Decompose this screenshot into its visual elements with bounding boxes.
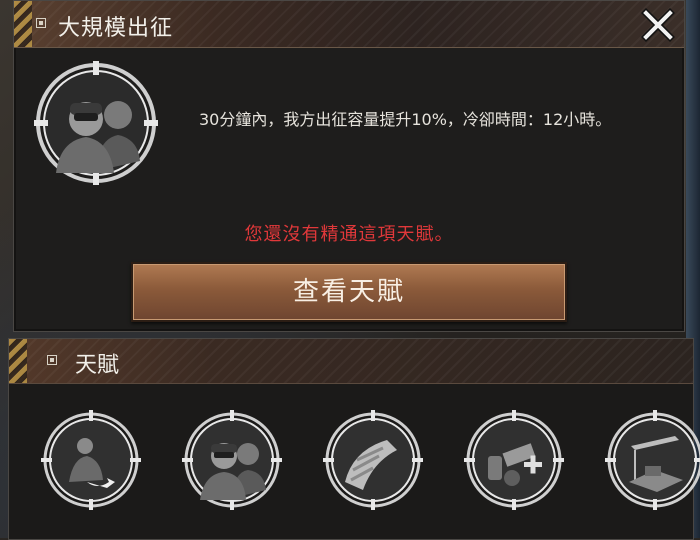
dialog-header: 大規模出征	[14, 1, 684, 48]
talent-dialog: 大規模出征 30分鐘內，我方出征容量提升10%，冷卻時間：12小時。 您還沒有精…	[13, 0, 685, 332]
construction-site-icon	[605, 410, 700, 510]
talents-header: 天賦	[9, 339, 693, 384]
talent-item[interactable]	[605, 410, 700, 510]
talent-item[interactable]	[41, 410, 141, 510]
hazard-stripe	[9, 339, 27, 383]
two-soldiers-icon	[34, 61, 158, 185]
talents-title: 天賦	[75, 353, 120, 378]
talents-panel: 天賦	[8, 338, 700, 540]
supply-crates-icon	[464, 410, 564, 510]
not-mastered-warning: 您還沒有精通這項天賦。	[244, 224, 454, 245]
hazard-stripe	[14, 1, 32, 47]
view-talent-button[interactable]: 查看天賦	[131, 262, 567, 322]
close-icon	[641, 8, 675, 42]
header-marker-icon	[47, 355, 57, 365]
close-button[interactable]	[638, 5, 678, 45]
talent-icon-large	[34, 61, 158, 185]
soldier-with-arrow-icon	[41, 410, 141, 510]
talent-item[interactable]	[182, 410, 282, 510]
two-soldiers-icon	[182, 410, 282, 510]
dialog-title: 大規模出征	[58, 16, 174, 41]
talent-description: 30分鐘內，我方出征容量提升10%，冷卻時間：12小時。	[199, 110, 612, 129]
header-marker-icon	[36, 18, 46, 28]
talent-item[interactable]	[464, 410, 564, 510]
bandaged-arm-icon	[323, 410, 423, 510]
talent-item[interactable]	[323, 410, 423, 510]
